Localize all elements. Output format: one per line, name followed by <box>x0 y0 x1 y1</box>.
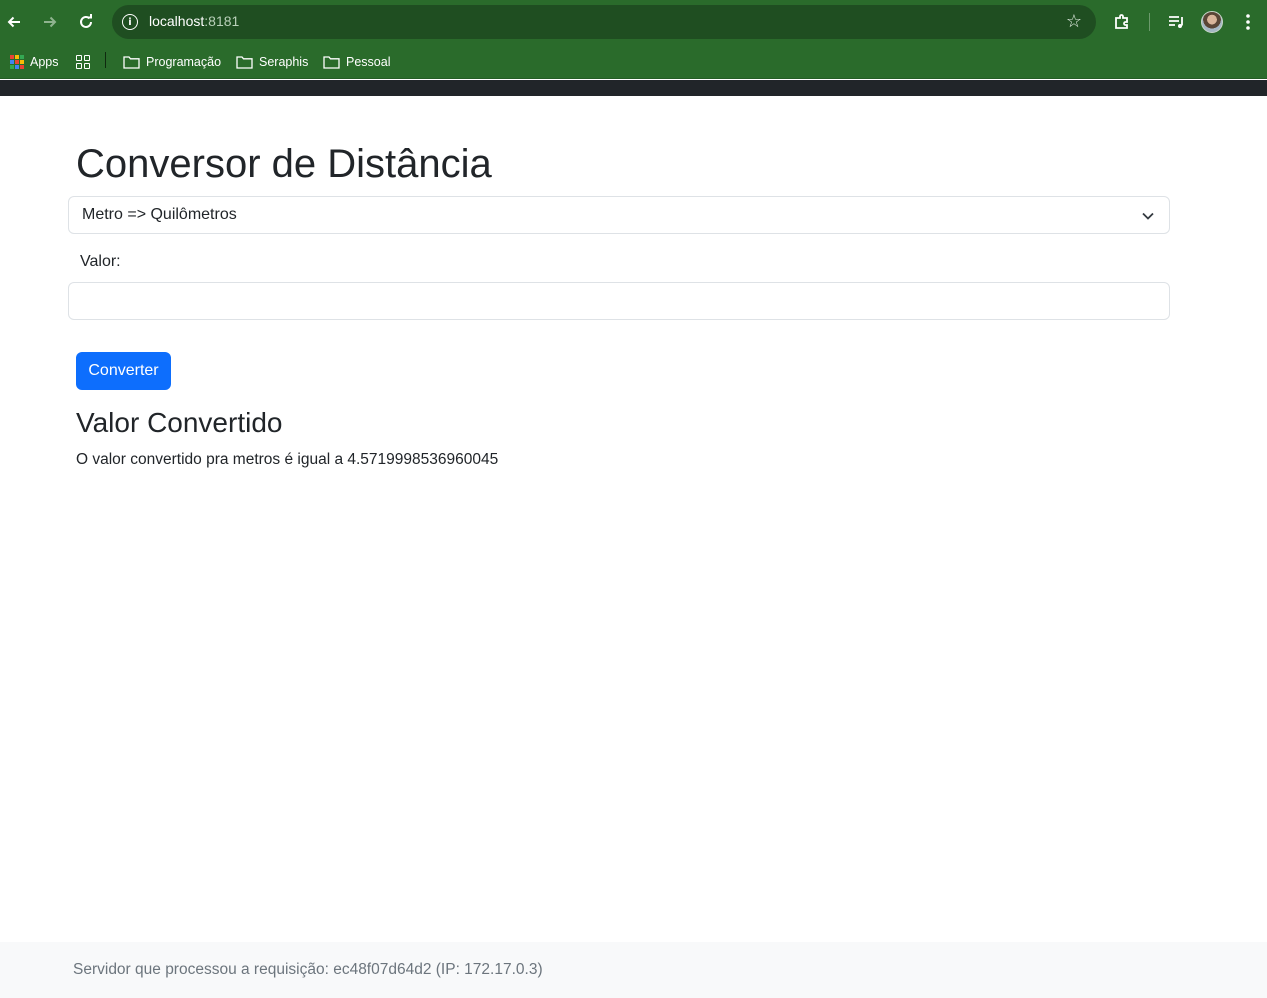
arrow-right-icon <box>44 16 57 28</box>
bookmark-apps[interactable]: Apps <box>10 52 59 72</box>
value-input[interactable] <box>68 282 1170 320</box>
extensions-button[interactable] <box>1108 8 1136 36</box>
bookmarks-divider <box>105 52 106 68</box>
browser-menu-button[interactable] <box>1234 8 1262 36</box>
bookmark-folder-programacao[interactable]: Programação <box>123 52 221 72</box>
folder-icon <box>236 56 253 69</box>
site-info-icon[interactable]: i <box>122 14 138 30</box>
bookmark-label: Seraphis <box>259 55 309 69</box>
url-port: :8181 <box>204 13 240 29</box>
bookmark-label: Programação <box>146 55 222 69</box>
bookmark-folder-pessoal[interactable]: Pessoal <box>323 52 390 72</box>
bookmark-folder-seraphis[interactable]: Seraphis <box>236 52 308 72</box>
tab-grid-icon <box>76 55 90 69</box>
media-control-button[interactable] <box>1162 8 1190 36</box>
reload-icon <box>80 14 92 28</box>
tab-groups-button[interactable] <box>76 52 90 72</box>
folder-icon <box>323 56 340 69</box>
convert-button[interactable]: Converter <box>76 352 171 390</box>
reload-button[interactable] <box>72 8 100 36</box>
conversion-select[interactable]: Metro => Quilômetros <box>68 196 1170 234</box>
result-text: O valor convertido pra metros é igual a … <box>76 451 499 468</box>
playlist-music-icon <box>1169 16 1183 28</box>
chevron-down-icon <box>1142 212 1154 220</box>
address-bar[interactable]: i localhost:8181 ☆ <box>112 5 1096 39</box>
value-label: Valor: <box>80 253 121 270</box>
apps-grid-icon <box>10 55 24 69</box>
navbar <box>0 80 1267 96</box>
kebab-menu-icon <box>1246 14 1250 30</box>
puzzle-icon <box>1115 14 1128 29</box>
bookmark-label: Pessoal <box>346 55 391 69</box>
toolbar-divider <box>1149 13 1150 31</box>
arrow-left-icon <box>7 16 20 28</box>
bookmark-label: Apps <box>30 55 59 69</box>
page-title: Conversor de Distância <box>76 142 492 186</box>
footer: Servidor que processou a requisição: ec4… <box>0 942 1267 998</box>
address-url: localhost:8181 <box>149 13 239 29</box>
back-button[interactable] <box>0 8 28 36</box>
bookmarks-bar: Apps Programação Seraphis Pessoal <box>0 44 1267 79</box>
conversion-select-value: Metro => Quilômetros <box>82 206 237 223</box>
url-host: localhost <box>149 13 205 29</box>
bookmark-star-icon[interactable]: ☆ <box>1066 11 1082 32</box>
result-title: Valor Convertido <box>76 407 283 438</box>
browser-toolbar: i localhost:8181 ☆ <box>0 0 1267 44</box>
forward-button[interactable] <box>36 8 64 36</box>
footer-server-info: Servidor que processou a requisição: ec4… <box>73 961 543 978</box>
profile-avatar[interactable] <box>1201 11 1223 33</box>
folder-icon <box>123 56 140 69</box>
